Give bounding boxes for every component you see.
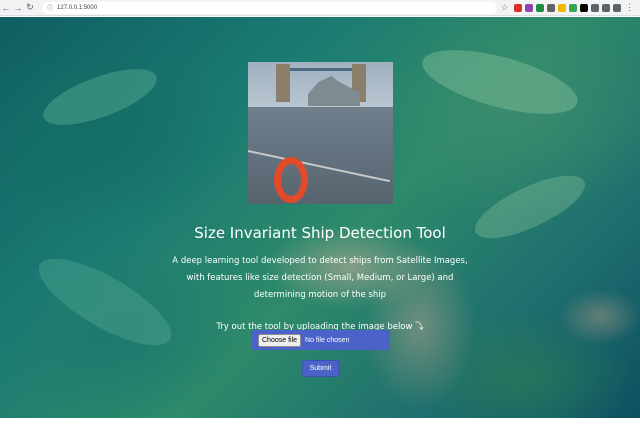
file-status: No file chosen [305, 336, 350, 344]
bottom-bar [0, 418, 640, 426]
extension-icon[interactable] [558, 3, 567, 12]
page-title: Size Invariant Ship Detection Tool [194, 224, 446, 242]
page-background: Size Invariant Ship Detection Tool A dee… [0, 17, 640, 418]
more-vert-icon[interactable]: ⋮ [625, 2, 634, 13]
lifebuoy [274, 157, 308, 203]
forward-icon[interactable]: → [12, 1, 24, 15]
browser-toolbar: ← → ↻ ⓘ 127.0.0.1:5000 ☆ ⋮ [0, 0, 640, 16]
extension-icon[interactable] [525, 3, 534, 12]
url-text: 127.0.0.1:5000 [57, 4, 98, 11]
extension-icon[interactable] [580, 3, 589, 12]
description: A deep learning tool developed to detect… [172, 256, 468, 300]
background-swirl [36, 57, 164, 137]
submit-button[interactable]: Submit [302, 360, 339, 377]
choose-file-button[interactable]: Choose file [258, 333, 302, 347]
extension-icon[interactable] [591, 3, 600, 12]
file-upload-field[interactable]: Choose file No file chosen [251, 330, 390, 350]
ship-photo [248, 62, 393, 204]
back-icon[interactable]: ← [0, 1, 12, 15]
extension-icon[interactable] [613, 3, 622, 12]
address-bar[interactable]: ⓘ 127.0.0.1:5000 [42, 1, 497, 14]
extension-icon[interactable] [547, 3, 556, 12]
extensions-bar [514, 3, 622, 12]
extension-icon[interactable] [536, 3, 545, 12]
background-swirl [27, 242, 183, 362]
star-icon[interactable]: ☆ [501, 3, 508, 12]
background-swirl [416, 37, 584, 127]
reload-icon[interactable]: ↻ [24, 1, 36, 15]
extension-icon[interactable] [514, 3, 523, 12]
info-icon[interactable]: ⓘ [47, 3, 53, 12]
extension-icon[interactable] [569, 3, 578, 12]
extension-icon[interactable] [602, 3, 611, 12]
